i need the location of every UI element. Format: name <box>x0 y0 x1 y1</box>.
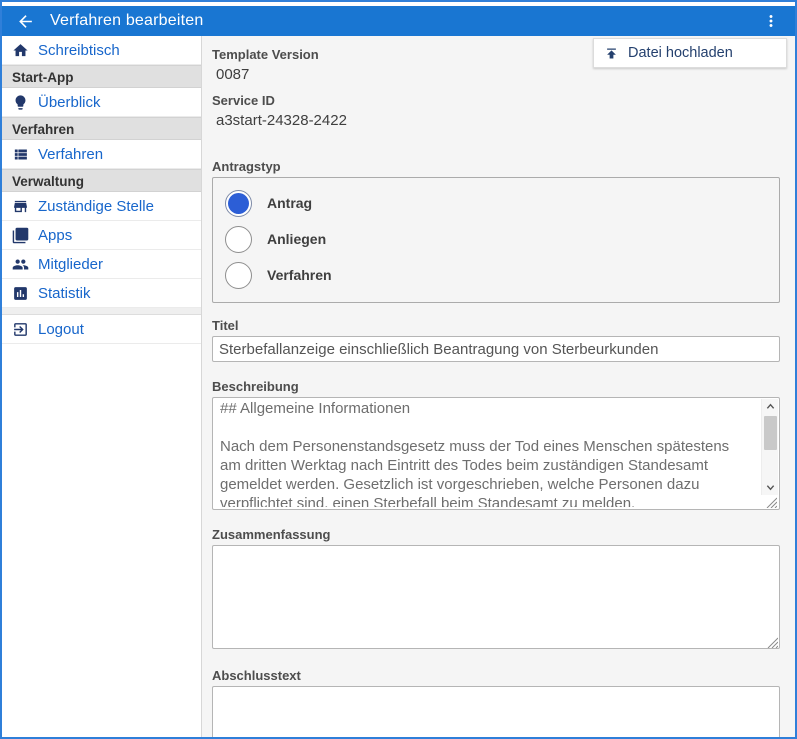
titel-label: Titel <box>212 317 780 334</box>
zusammenfassung-wrap <box>212 545 780 649</box>
sidebar-item-mitglieder[interactable]: Mitglieder <box>2 250 201 279</box>
abschlusstext-label: Abschlusstext <box>212 667 780 684</box>
app-window: Verfahren bearbeiten Schreibtisch Start-… <box>0 0 797 739</box>
service-id-value: a3start-24328-2422 <box>212 109 780 133</box>
sidebar-item-logout[interactable]: Logout <box>2 315 201 344</box>
sidebar-item-ueberblick[interactable]: Überblick <box>2 88 201 117</box>
radio-verfahren[interactable] <box>225 262 252 289</box>
abschlusstext-wrap <box>212 686 780 737</box>
radio-antrag[interactable] <box>225 190 252 217</box>
radio-anliegen[interactable] <box>225 226 252 253</box>
upload-file-button[interactable]: Datei hochladen <box>593 38 787 68</box>
abschlusstext-textarea[interactable] <box>212 686 780 737</box>
sidebar-item-verfahren[interactable]: Verfahren <box>2 140 201 169</box>
office-icon <box>12 198 29 215</box>
upload-icon <box>604 46 619 61</box>
home-icon <box>12 42 29 59</box>
statistics-icon <box>12 285 29 302</box>
sidebar-section-start-app: Start-App <box>2 65 201 88</box>
scrollbar-thumb[interactable] <box>764 416 777 450</box>
sidebar-item-label: Logout <box>38 321 84 338</box>
main-panel: Datei hochladen Template Version 0087 Se… <box>202 36 795 737</box>
sidebar-item-label: Schreibtisch <box>38 42 120 59</box>
app-bar: Verfahren bearbeiten <box>2 6 795 36</box>
sidebar: Schreibtisch Start-App Überblick Verfahr… <box>2 36 202 737</box>
titel-input[interactable] <box>212 336 780 362</box>
sidebar-item-label: Mitglieder <box>38 256 103 273</box>
beschreibung-text[interactable]: ## Allgemeine Informationen Nach dem Per… <box>215 399 755 507</box>
radio-label: Anliegen <box>267 231 326 247</box>
radio-option-verfahren[interactable]: Verfahren <box>225 257 767 293</box>
sidebar-item-label: Zuständige Stelle <box>38 198 154 215</box>
resize-handle-icon[interactable] <box>765 495 777 507</box>
radio-label: Verfahren <box>267 267 332 283</box>
kebab-menu-button[interactable] <box>761 10 781 32</box>
beschreibung-label: Beschreibung <box>212 378 780 395</box>
list-icon <box>12 146 29 163</box>
arrow-left-icon <box>16 12 35 31</box>
radio-label: Antrag <box>267 195 312 211</box>
radio-option-anliegen[interactable]: Anliegen <box>225 221 767 257</box>
zusammenfassung-label: Zusammenfassung <box>212 526 780 543</box>
sidebar-item-statistik[interactable]: Statistik <box>2 279 201 308</box>
beschreibung-scrollbar[interactable] <box>761 399 778 495</box>
sidebar-section-verwaltung: Verwaltung <box>2 169 201 192</box>
sidebar-item-label: Überblick <box>38 94 101 111</box>
sidebar-item-label: Verfahren <box>38 146 103 163</box>
sidebar-divider <box>2 308 201 315</box>
content-area: Schreibtisch Start-App Überblick Verfahr… <box>2 36 795 737</box>
sidebar-item-label: Statistik <box>38 285 91 302</box>
page-title: Verfahren bearbeiten <box>50 12 203 30</box>
service-id-label: Service ID <box>212 92 780 109</box>
lightbulb-icon <box>12 94 29 111</box>
sidebar-item-label: Apps <box>38 227 72 244</box>
scroll-up-icon[interactable] <box>762 399 779 414</box>
sidebar-section-verfahren: Verfahren <box>2 117 201 140</box>
kebab-menu-icon <box>762 12 780 30</box>
antragstyp-radio-group: Antrag Anliegen Verfahren <box>212 177 780 303</box>
zusammenfassung-textarea[interactable] <box>212 545 780 649</box>
upload-file-label: Datei hochladen <box>628 45 733 61</box>
scroll-down-icon[interactable] <box>762 480 779 495</box>
beschreibung-textarea[interactable]: ## Allgemeine Informationen Nach dem Per… <box>212 397 780 510</box>
back-button[interactable] <box>14 10 36 32</box>
members-icon <box>12 256 29 273</box>
radio-option-antrag[interactable]: Antrag <box>225 185 767 221</box>
sidebar-item-zustaendige-stelle[interactable]: Zuständige Stelle <box>2 192 201 221</box>
sidebar-item-apps[interactable]: Apps <box>2 221 201 250</box>
logout-icon <box>12 321 29 338</box>
apps-icon <box>12 227 29 244</box>
sidebar-item-schreibtisch[interactable]: Schreibtisch <box>2 36 201 65</box>
antragstyp-label: Antragstyp <box>212 158 780 175</box>
